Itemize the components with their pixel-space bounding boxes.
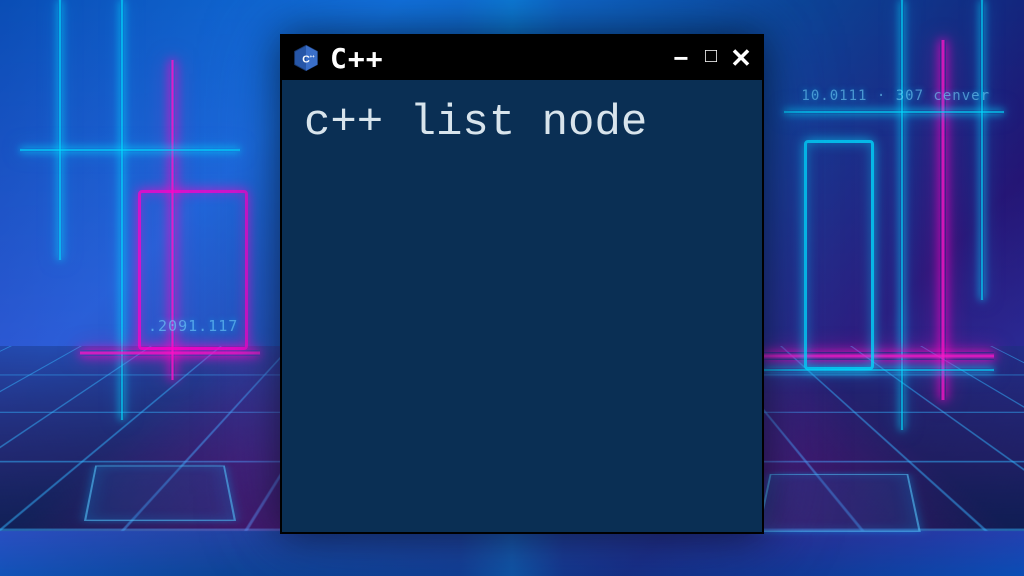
cpp-hexagon-icon: C ++ — [292, 44, 320, 72]
floor-tile — [84, 466, 236, 521]
neon-line — [784, 110, 1004, 114]
neon-rect — [804, 140, 874, 370]
neon-line — [764, 368, 994, 372]
bg-deco-text-right: 10.0111 · 307 cenver — [801, 88, 990, 104]
neon-line — [764, 352, 994, 360]
window-controls: − □ ✕ — [670, 45, 752, 71]
neon-line — [980, 0, 984, 300]
close-button[interactable]: ✕ — [730, 45, 752, 71]
neon-line — [120, 0, 124, 420]
maximize-button[interactable]: □ — [700, 46, 722, 66]
neon-line — [20, 148, 240, 152]
floor-tile — [757, 474, 921, 532]
terminal-window: C ++ C++ − □ ✕ c++ list node — [280, 34, 764, 534]
titlebar[interactable]: C ++ C++ − □ ✕ — [282, 36, 762, 80]
neon-line — [80, 350, 260, 356]
terminal-content[interactable]: c++ list node — [282, 80, 762, 532]
bg-deco-text-left: .2091.117 — [148, 317, 238, 335]
neon-line — [58, 0, 62, 260]
neon-line — [900, 0, 904, 430]
svg-text:++: ++ — [310, 54, 316, 59]
window-title: C++ — [330, 42, 660, 75]
minimize-button[interactable]: − — [670, 45, 692, 71]
svg-text:C: C — [302, 53, 310, 65]
